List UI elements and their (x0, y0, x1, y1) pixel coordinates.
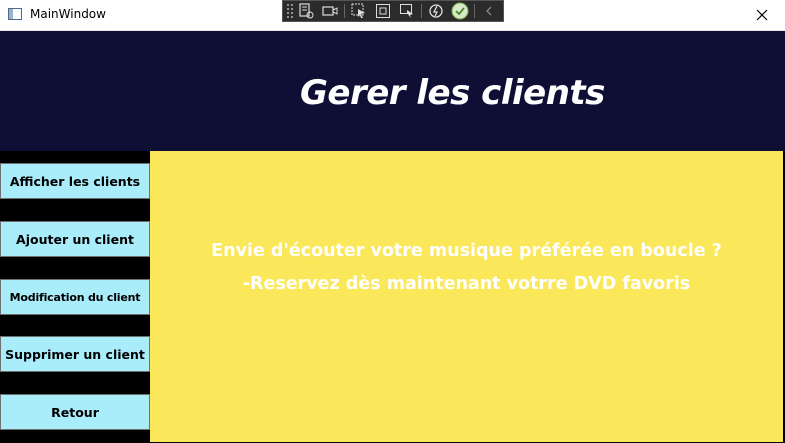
close-icon (756, 9, 768, 21)
window-titlebar: MainWindow (0, 0, 785, 31)
back-button[interactable]: Retour (0, 394, 150, 430)
toolbar-grip-icon[interactable] (286, 3, 294, 19)
header-banner: Gerer les clients (0, 31, 785, 151)
page-title: Gerer les clients (300, 73, 605, 113)
hot-reload-icon[interactable] (424, 1, 448, 21)
promo-line-2: -Reservez dès maintenant votrre DVD favo… (242, 274, 691, 294)
main-panel: Envie d'écouter votre musique préférée e… (150, 151, 783, 442)
select-element-icon[interactable] (347, 1, 371, 21)
toolbar-separator (421, 4, 422, 18)
toolbar-separator (344, 4, 345, 18)
track-focused-element-icon[interactable] (395, 1, 419, 21)
promo-message: Envie d'écouter votre musique préférée e… (150, 235, 783, 301)
app-window-icon (8, 8, 22, 20)
sidebar: Afficher les clients Ajouter un client M… (0, 151, 150, 443)
live-visual-tree-icon[interactable] (294, 1, 318, 21)
toolbar-separator (474, 4, 475, 18)
collapse-icon[interactable] (477, 1, 501, 21)
delete-client-button[interactable]: Supprimer un client (0, 336, 150, 372)
show-clients-button[interactable]: Afficher les clients (0, 163, 150, 199)
display-layout-adorners-icon[interactable] (371, 1, 395, 21)
edit-client-button[interactable]: Modification du client (0, 279, 150, 315)
promo-line-1: Envie d'écouter votre musique préférée e… (211, 241, 722, 261)
xaml-debug-toolbar (282, 0, 504, 22)
record-icon[interactable] (318, 1, 342, 21)
binding-ok-icon[interactable] (448, 1, 472, 21)
window-title: MainWindow (30, 7, 106, 21)
close-button[interactable] (739, 0, 785, 30)
add-client-button[interactable]: Ajouter un client (0, 221, 150, 257)
